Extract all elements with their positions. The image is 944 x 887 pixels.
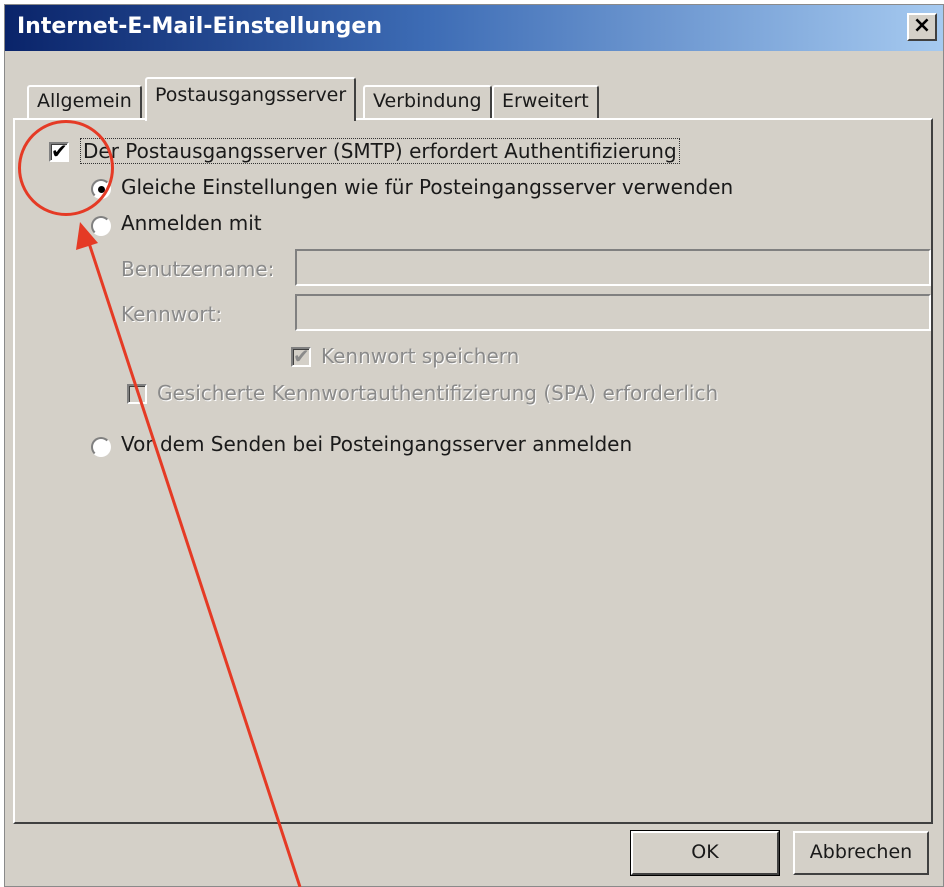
save-password-checkbox[interactable]: ✔ xyxy=(291,344,311,368)
ok-button-label: OK xyxy=(691,841,719,863)
username-label: Benutzername: xyxy=(121,257,275,281)
check-icon: ✔ xyxy=(293,344,310,368)
check-icon: ✔ xyxy=(51,139,68,163)
tab-label: Erweitert xyxy=(502,90,589,112)
close-icon: × xyxy=(912,13,932,38)
save-password-label: Kennwort speichern xyxy=(321,344,520,368)
ok-button[interactable]: OK xyxy=(630,830,780,876)
radio-selected-dot xyxy=(98,186,105,193)
tab-postausgangsserver[interactable]: Postausgangsserver xyxy=(145,77,357,121)
tab-verbindung[interactable]: Verbindung xyxy=(363,85,492,119)
cancel-button-label: Abbrechen xyxy=(809,841,913,863)
tab-label: Allgemein xyxy=(37,90,132,112)
radio-login-with-label[interactable]: Anmelden mit xyxy=(121,211,262,235)
radio-login-with[interactable] xyxy=(91,216,111,236)
tab-label: Verbindung xyxy=(373,90,482,112)
smtp-auth-checkbox[interactable]: ✔ xyxy=(49,139,69,163)
radio-login-before-send[interactable] xyxy=(91,437,111,457)
spa-label: Gesicherte Kennwortauthentifizierung (SP… xyxy=(157,381,719,405)
smtp-auth-label[interactable]: Der Postausgangsserver (SMTP) erfordert … xyxy=(80,138,680,164)
window-title: Internet-E-Mail-Einstellungen xyxy=(17,14,382,39)
dialog-window: Internet-E-Mail-Einstellungen × Allgemei… xyxy=(4,4,944,887)
username-input[interactable] xyxy=(295,249,931,286)
spa-checkbox[interactable] xyxy=(127,384,147,404)
cancel-button[interactable]: Abbrechen xyxy=(793,831,929,875)
radio-login-before-send-label[interactable]: Vor dem Senden bei Posteingangsserver an… xyxy=(121,432,632,456)
tab-erweitert[interactable]: Erweitert xyxy=(492,85,599,119)
password-label: Kennwort: xyxy=(121,302,223,326)
tab-label: Postausgangsserver xyxy=(155,84,347,106)
tab-allgemein[interactable]: Allgemein xyxy=(27,85,142,119)
tab-panel-postausgangsserver: ✔ Der Postausgangsserver (SMTP) erforder… xyxy=(13,118,933,824)
close-button[interactable]: × xyxy=(907,13,937,41)
title-bar[interactable]: Internet-E-Mail-Einstellungen × xyxy=(5,5,943,51)
password-input[interactable] xyxy=(295,294,931,331)
radio-same-settings[interactable] xyxy=(91,179,111,199)
radio-same-settings-label[interactable]: Gleiche Einstellungen wie für Posteingan… xyxy=(121,175,733,199)
